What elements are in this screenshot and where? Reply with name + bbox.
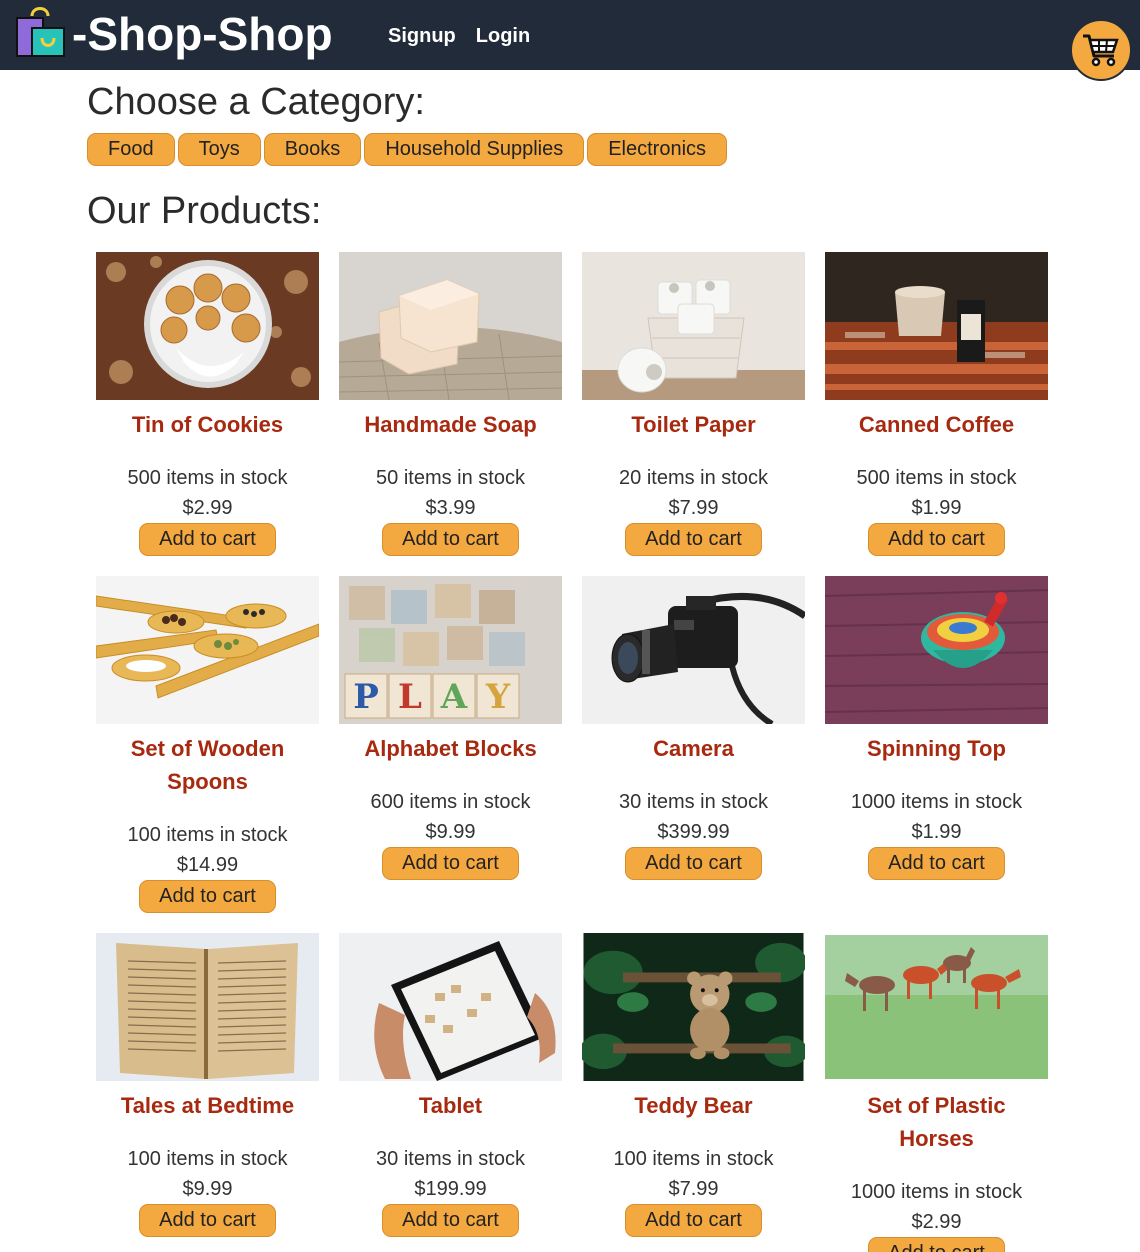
soap-image[interactable] (339, 252, 562, 400)
product-card: PL AY Alphabet Blocks 600 items in stock… (339, 576, 562, 880)
product-price: $2.99 (182, 497, 233, 519)
cookies-image[interactable] (96, 252, 319, 400)
svg-text:L: L (398, 677, 422, 717)
add-to-cart-button[interactable]: Add to cart (868, 1237, 1005, 1252)
product-name[interactable]: Teddy Bear (582, 1089, 805, 1122)
product-card: Set of Plastic Horses 1000 items in stoc… (825, 933, 1048, 1252)
product-name[interactable]: Alphabet Blocks (339, 732, 562, 765)
tablet-image[interactable] (339, 933, 562, 1081)
main-nav: Signup Login (388, 24, 530, 48)
product-price: $199.99 (414, 1178, 487, 1200)
category-button-toys[interactable]: Toys (177, 133, 261, 166)
product-price: $399.99 (657, 821, 730, 843)
product-name[interactable]: Tablet (339, 1089, 562, 1122)
product-price: $2.99 (911, 1211, 962, 1233)
product-name[interactable]: Spinning Top (825, 732, 1048, 765)
add-to-cart-button[interactable]: Add to cart (382, 523, 519, 556)
product-stock: 100 items in stock (127, 824, 288, 846)
product-stock: 30 items in stock (376, 1148, 525, 1170)
add-to-cart-button[interactable]: Add to cart (139, 880, 276, 913)
products-heading: Our Products: (87, 190, 322, 232)
product-name[interactable]: Toilet Paper (582, 408, 805, 441)
product-card: Tablet 30 items in stock $199.99 Add to … (339, 933, 562, 1237)
product-name[interactable]: Set of Wooden Spoons (96, 732, 319, 798)
spinning-top-image[interactable] (825, 576, 1048, 724)
product-name[interactable]: Camera (582, 732, 805, 765)
product-stock: 1000 items in stock (850, 791, 1023, 813)
shopping-cart-icon (1083, 34, 1119, 67)
shopping-bag-logo-icon[interactable] (14, 6, 68, 60)
add-to-cart-button[interactable]: Add to cart (868, 523, 1005, 556)
teddy-bear-image[interactable] (582, 933, 805, 1081)
product-card: Toilet Paper 20 items in stock $7.99 Add… (582, 252, 805, 556)
product-card: Tin of Cookies 500 items in stock $2.99 … (96, 252, 319, 556)
product-card: Teddy Bear 100 items in stock $7.99 Add … (582, 933, 805, 1237)
product-price: $9.99 (182, 1178, 233, 1200)
category-button-books[interactable]: Books (263, 133, 362, 166)
product-name[interactable]: Canned Coffee (825, 408, 1048, 441)
add-to-cart-button[interactable]: Add to cart (382, 1204, 519, 1237)
category-button-electronics[interactable]: Electronics (587, 133, 728, 166)
product-stock: 100 items in stock (127, 1148, 288, 1170)
toilet-paper-image[interactable] (582, 252, 805, 400)
brand-name[interactable]: -Shop-Shop (72, 8, 333, 60)
add-to-cart-button[interactable]: Add to cart (625, 523, 762, 556)
product-price: $7.99 (668, 497, 719, 519)
add-to-cart-button[interactable]: Add to cart (625, 847, 762, 880)
product-price: $9.99 (425, 821, 476, 843)
signup-link[interactable]: Signup (388, 24, 456, 48)
open-book-image[interactable] (96, 933, 319, 1081)
product-price: $1.99 (911, 821, 962, 843)
login-link[interactable]: Login (476, 24, 530, 48)
svg-text:P: P (353, 677, 379, 717)
product-stock: 500 items in stock (127, 467, 288, 489)
camera-image[interactable] (582, 576, 805, 724)
product-stock: 500 items in stock (856, 467, 1017, 489)
product-card: Camera 30 items in stock $399.99 Add to … (582, 576, 805, 880)
category-button-food[interactable]: Food (87, 133, 175, 166)
product-stock: 100 items in stock (613, 1148, 774, 1170)
add-to-cart-button[interactable]: Add to cart (382, 847, 519, 880)
cart-button[interactable] (1070, 19, 1132, 81)
category-heading: Choose a Category: (87, 81, 425, 123)
product-card: Tales at Bedtime 100 items in stock $9.9… (96, 933, 319, 1237)
product-card: Canned Coffee 500 items in stock $1.99 A… (825, 252, 1048, 556)
wooden-spoons-image[interactable] (96, 576, 319, 724)
alphabet-blocks-image[interactable]: PL AY (339, 576, 562, 724)
product-name[interactable]: Set of Plastic Horses (825, 1089, 1048, 1155)
product-price: $1.99 (911, 497, 962, 519)
product-card: Handmade Soap 50 items in stock $3.99 Ad… (339, 252, 562, 556)
product-price: $14.99 (176, 854, 239, 876)
plastic-horses-image[interactable] (825, 933, 1048, 1081)
product-price: $3.99 (425, 497, 476, 519)
product-stock: 30 items in stock (619, 791, 768, 813)
product-stock: 1000 items in stock (850, 1181, 1023, 1203)
product-stock: 600 items in stock (370, 791, 531, 813)
category-buttons: Food Toys Books Household Supplies Elect… (87, 133, 728, 166)
add-to-cart-button[interactable]: Add to cart (139, 1204, 276, 1237)
product-name[interactable]: Tin of Cookies (96, 408, 319, 441)
svg-text:Y: Y (485, 677, 511, 717)
add-to-cart-button[interactable]: Add to cart (625, 1204, 762, 1237)
add-to-cart-button[interactable]: Add to cart (868, 847, 1005, 880)
product-name[interactable]: Handmade Soap (339, 408, 562, 441)
svg-text:A: A (440, 677, 468, 717)
product-price: $7.99 (668, 1178, 719, 1200)
coffee-image[interactable] (825, 252, 1048, 400)
site-header: -Shop-Shop Signup Login (0, 0, 1140, 70)
category-button-household-supplies[interactable]: Household Supplies (364, 133, 585, 166)
product-card: Set of Wooden Spoons 100 items in stock … (96, 576, 319, 913)
product-stock: 20 items in stock (619, 467, 768, 489)
product-name[interactable]: Tales at Bedtime (96, 1089, 319, 1122)
product-card: Spinning Top 1000 items in stock $1.99 A… (825, 576, 1048, 880)
add-to-cart-button[interactable]: Add to cart (139, 523, 276, 556)
product-stock: 50 items in stock (376, 467, 525, 489)
